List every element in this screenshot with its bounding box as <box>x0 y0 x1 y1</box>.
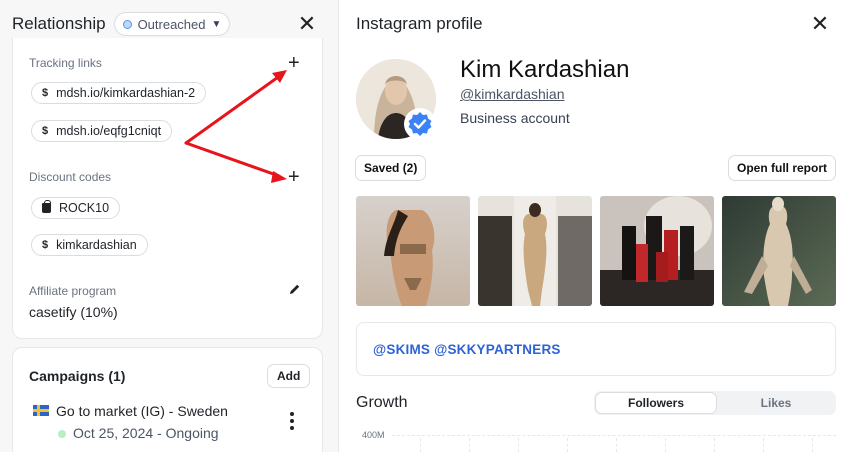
pencil-icon[interactable] <box>289 283 301 298</box>
post-thumbnail[interactable] <box>478 196 592 306</box>
campaigns-card: Campaigns (1) Add Go to market (IG) - Sw… <box>12 347 323 452</box>
post-thumbnail[interactable] <box>722 196 836 306</box>
chart-gridline <box>518 438 519 452</box>
status-dot-icon <box>122 19 132 29</box>
mention-link[interactable]: @SKKYPARTNERS <box>434 342 561 357</box>
add-tracking-link-plus-icon[interactable]: + <box>288 53 300 73</box>
ongoing-status-dot <box>58 430 66 438</box>
close-icon[interactable]: ✕ <box>296 13 318 35</box>
mention-link[interactable]: @SKIMS <box>373 342 430 357</box>
chart-gridline <box>665 438 666 452</box>
dollar-icon: $ <box>42 239 49 251</box>
relationship-title: Relationship <box>12 14 106 33</box>
relationship-panel: Relationship Outreached ▼ ✕ Tracking lin… <box>0 0 339 452</box>
sweden-flag-icon <box>33 405 49 416</box>
saved-button[interactable]: Saved (2) <box>355 155 427 181</box>
status-label: Outreached <box>137 16 206 32</box>
dollar-icon: $ <box>42 87 49 99</box>
campaign-date: Oct 25, 2024 - Ongoing <box>73 425 219 441</box>
chart-gridline <box>812 438 813 452</box>
affiliate-program-label: Affiliate program <box>29 284 117 298</box>
tab-likes[interactable]: Likes <box>718 392 834 414</box>
campaigns-title: Campaigns (1) <box>29 368 126 384</box>
discount-code-chip[interactable]: ROCK10 <box>31 197 121 219</box>
profile-handle-link[interactable]: @kimkardashian <box>460 86 564 102</box>
chart-gridline <box>616 438 617 452</box>
dollar-icon: $ <box>42 125 49 137</box>
chart-gridline <box>392 435 836 436</box>
add-campaign-button[interactable]: Add <box>267 364 311 388</box>
post-thumbnail[interactable] <box>356 196 470 306</box>
panel-title: Instagram profile <box>356 14 483 33</box>
growth-tab-switch: Followers Likes <box>594 391 836 415</box>
profile-name: Kim Kardashian <box>460 56 630 83</box>
affiliate-program-value: casetify (10%) <box>29 304 118 320</box>
campaign-name[interactable]: Go to market (IG) - Sweden <box>56 403 228 419</box>
chart-gridline <box>763 438 764 452</box>
discount-codes-label: Discount codes <box>29 170 112 184</box>
chart-gridline <box>469 438 470 452</box>
growth-title: Growth <box>356 394 408 411</box>
discount-code-text: ROCK10 <box>59 201 110 215</box>
more-vertical-icon[interactable] <box>287 412 297 430</box>
add-discount-code-plus-icon[interactable]: + <box>288 167 300 187</box>
tracking-links-label: Tracking links <box>29 56 102 70</box>
tab-followers[interactable]: Followers <box>595 392 717 414</box>
shopping-bag-icon <box>42 200 51 213</box>
account-type: Business account <box>460 110 570 126</box>
tracking-link-text: mdsh.io/eqfg1cniqt <box>56 124 162 138</box>
post-thumbnail[interactable] <box>600 196 714 306</box>
discount-code-text: kimkardashian <box>56 238 137 252</box>
open-full-report-button[interactable]: Open full report <box>728 155 836 181</box>
tracking-link-chip[interactable]: $ mdsh.io/eqfg1cniqt <box>31 120 173 142</box>
chart-gridline <box>714 438 715 452</box>
verified-badge-icon <box>404 108 436 140</box>
tracking-link-text: mdsh.io/kimkardashian-2 <box>56 86 196 100</box>
chevron-down-icon: ▼ <box>211 18 222 30</box>
discount-code-chip[interactable]: $ kimkardashian <box>31 234 148 256</box>
bio-card: @SKIMS @SKKYPARTNERS <box>356 322 836 376</box>
bio-mentions: @SKIMS @SKKYPARTNERS <box>373 342 561 357</box>
y-axis-tick: 400M <box>362 430 385 440</box>
close-icon[interactable]: ✕ <box>809 13 831 35</box>
relationship-details-card: Tracking links + $ mdsh.io/kimkardashian… <box>12 38 323 339</box>
status-dropdown[interactable]: Outreached ▼ <box>113 12 231 36</box>
tracking-link-chip[interactable]: $ mdsh.io/kimkardashian-2 <box>31 82 207 104</box>
chart-gridline <box>567 438 568 452</box>
chart-gridline <box>420 438 421 452</box>
